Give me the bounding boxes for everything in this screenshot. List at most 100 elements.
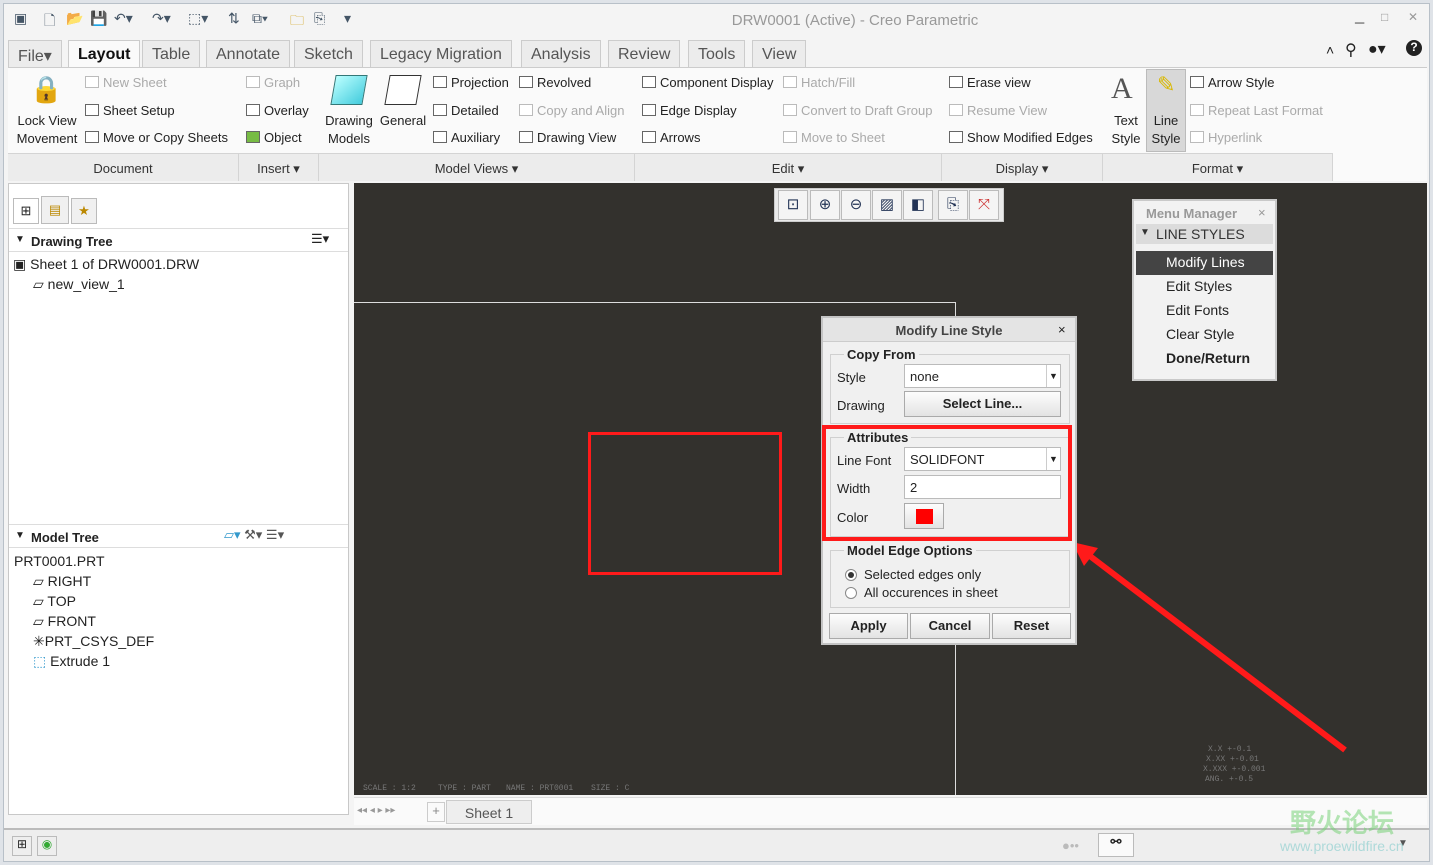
drawing-models-button[interactable]: Drawing Models xyxy=(324,112,374,148)
display-style-icon[interactable]: ◧ xyxy=(903,190,933,220)
resume-view-button[interactable]: Resume View xyxy=(949,103,1047,118)
tree-item-extrude[interactable]: ⬚ Extrude 1 xyxy=(33,653,110,670)
sheet-nav-icons[interactable]: ◂◂ ◂ ▸ ▸▸ xyxy=(357,805,395,816)
datum-display-icon[interactable]: ⤧ xyxy=(969,190,999,220)
repeat-last-format-button[interactable]: Repeat Last Format xyxy=(1190,103,1323,118)
sheet-setup-button[interactable]: Sheet Setup xyxy=(85,103,175,118)
tab-legacy-migration[interactable]: Legacy Migration xyxy=(370,40,512,67)
close-window-icon[interactable]: ⎘ xyxy=(314,10,325,27)
sheet-tab[interactable]: Sheet 1 xyxy=(446,800,532,824)
edge-display-button[interactable]: Edge Display xyxy=(642,103,737,118)
tree-item-view[interactable]: ▱ new_view_1 xyxy=(33,276,125,293)
drawing-tree-header[interactable]: ▼ Drawing Tree ☰▾ xyxy=(9,228,348,252)
component-display-button[interactable]: Component Display xyxy=(642,75,773,90)
model-display-icon[interactable]: ▱▾ ⚒▾ ☰▾ xyxy=(224,527,284,543)
search-icon[interactable]: ⚲ xyxy=(1345,40,1357,60)
hyperlink-button[interactable]: Hyperlink xyxy=(1190,130,1262,145)
close-icon[interactable]: × xyxy=(1058,322,1066,337)
customize-icon[interactable]: ▾ xyxy=(344,10,351,27)
tree-item-front[interactable]: ▱ FRONT xyxy=(33,613,96,630)
help-icon[interactable]: ? xyxy=(1406,40,1422,56)
new-icon[interactable]: 🗋 xyxy=(44,10,55,34)
copy-align-button[interactable]: Copy and Align xyxy=(519,103,624,118)
tree-item-top[interactable]: ▱ TOP xyxy=(33,593,76,610)
tab-sketch[interactable]: Sketch xyxy=(294,40,363,67)
move-to-sheet-button[interactable]: Move to Sheet xyxy=(783,130,885,145)
show-modified-edges-button[interactable]: Show Modified Edges xyxy=(949,130,1093,145)
move-copy-sheets-button[interactable]: Move or Copy Sheets xyxy=(85,130,228,145)
style-select[interactable]: none ▼ xyxy=(904,364,1061,388)
tree-settings-icon[interactable]: ☰▾ xyxy=(311,231,329,247)
menu-item-modify-lines[interactable]: Modify Lines xyxy=(1136,251,1273,275)
group-insert[interactable]: Insert ▾ xyxy=(239,153,319,181)
reset-button[interactable]: Reset xyxy=(992,613,1071,639)
auxiliary-button[interactable]: Auxiliary xyxy=(433,130,500,145)
community-icon[interactable]: ●▾ xyxy=(1368,39,1386,59)
group-format[interactable]: Format ▾ xyxy=(1103,153,1333,181)
arrow-style-button[interactable]: Arrow Style xyxy=(1190,75,1274,90)
drawing-view-button[interactable]: Drawing View xyxy=(519,130,616,145)
repaint-icon[interactable]: ▨ xyxy=(872,190,902,220)
open-icon[interactable]: 📂 xyxy=(66,10,83,27)
tree-item-sheet[interactable]: ▣ Sheet 1 of DRW0001.DRW xyxy=(13,256,199,273)
line-styles-section[interactable]: ▼ LINE STYLES xyxy=(1136,224,1273,244)
group-display[interactable]: Display ▾ xyxy=(942,153,1103,181)
group-edit[interactable]: Edit ▾ xyxy=(635,153,942,181)
folder-browser-tab-icon[interactable]: ▤ xyxy=(41,196,69,224)
line-style-button[interactable]: ✎ Line Style xyxy=(1146,69,1186,152)
navigator-toggle-icon[interactable]: ⊞ xyxy=(12,836,32,856)
tab-tools[interactable]: Tools xyxy=(688,40,746,67)
hatch-fill-button[interactable]: Hatch/Fill xyxy=(783,75,855,90)
arrows-button[interactable]: Arrows xyxy=(642,130,700,145)
overlay-button[interactable]: Overlay xyxy=(246,103,309,118)
group-model-views[interactable]: Model Views ▾ xyxy=(319,153,635,181)
tab-annotate[interactable]: Annotate xyxy=(206,40,291,67)
cancel-button[interactable]: Cancel xyxy=(910,613,990,639)
detailed-button[interactable]: Detailed xyxy=(433,103,499,118)
maximize-button[interactable]: □ xyxy=(1381,10,1388,24)
add-sheet-button[interactable]: + xyxy=(427,802,445,822)
folder-icon[interactable]: 🗀 xyxy=(290,10,304,34)
select-box-icon[interactable]: ⬚▾ xyxy=(188,10,208,27)
text-style-button[interactable]: Text Style xyxy=(1108,112,1144,148)
object-button[interactable]: Object xyxy=(246,130,302,145)
tab-file[interactable]: File▾ xyxy=(8,40,62,67)
tree-item-csys[interactable]: ✳PRT_CSYS_DEF xyxy=(33,633,154,650)
apply-button[interactable]: Apply xyxy=(829,613,908,639)
minimize-button[interactable]: ▁ xyxy=(1355,10,1364,24)
close-icon[interactable]: × xyxy=(1258,205,1266,220)
convert-draft-group-button[interactable]: Convert to Draft Group xyxy=(783,103,933,118)
radio-all-occurences[interactable]: All occurences in sheet xyxy=(845,585,998,600)
graph-button[interactable]: Graph xyxy=(246,75,300,90)
windows-icon[interactable]: ⧉▾ xyxy=(252,10,268,27)
zoom-out-icon[interactable]: ⊖ xyxy=(841,190,871,220)
tab-view[interactable]: View xyxy=(752,40,807,67)
menu-item-done-return[interactable]: Done/Return xyxy=(1136,347,1273,371)
erase-view-button[interactable]: Erase view xyxy=(949,75,1031,90)
undo-icon[interactable]: ↶▾ xyxy=(114,10,133,27)
menu-item-clear-style[interactable]: Clear Style xyxy=(1136,323,1273,347)
refit-icon[interactable]: ⊡ xyxy=(778,190,808,220)
zoom-in-icon[interactable]: ⊕ xyxy=(810,190,840,220)
tree-item-part[interactable]: PRT0001.PRT xyxy=(14,553,105,569)
collapse-ribbon-icon[interactable]: ˄ xyxy=(1326,42,1334,58)
select-line-button[interactable]: Select Line... xyxy=(904,391,1061,417)
tab-review[interactable]: Review xyxy=(608,40,681,67)
tree-item-right[interactable]: ▱ RIGHT xyxy=(33,573,91,590)
redo-icon[interactable]: ↷▾ xyxy=(152,10,171,27)
save-icon[interactable]: 💾 xyxy=(90,10,107,27)
radio-selected-edges[interactable]: Selected edges only xyxy=(845,567,981,582)
model-tree-header[interactable]: ▼ Model Tree ▱▾ ⚒▾ ☰▾ xyxy=(9,524,348,548)
menu-item-edit-fonts[interactable]: Edit Fonts xyxy=(1136,299,1273,323)
close-button[interactable]: ✕ xyxy=(1408,10,1418,24)
tab-analysis[interactable]: Analysis xyxy=(521,40,601,67)
regenerate-icon[interactable]: ⇅ xyxy=(228,10,240,27)
general-view-button[interactable]: General xyxy=(378,112,428,130)
revolved-button[interactable]: Revolved xyxy=(519,75,591,90)
browser-toggle-icon[interactable]: ◉ xyxy=(37,836,57,856)
tab-table[interactable]: Table xyxy=(142,40,201,67)
find-icon[interactable]: ⚯ xyxy=(1098,833,1134,857)
tab-layout[interactable]: Layout xyxy=(68,40,141,68)
menu-item-edit-styles[interactable]: Edit Styles xyxy=(1136,275,1273,299)
new-sheet-button[interactable]: New Sheet xyxy=(85,75,167,90)
